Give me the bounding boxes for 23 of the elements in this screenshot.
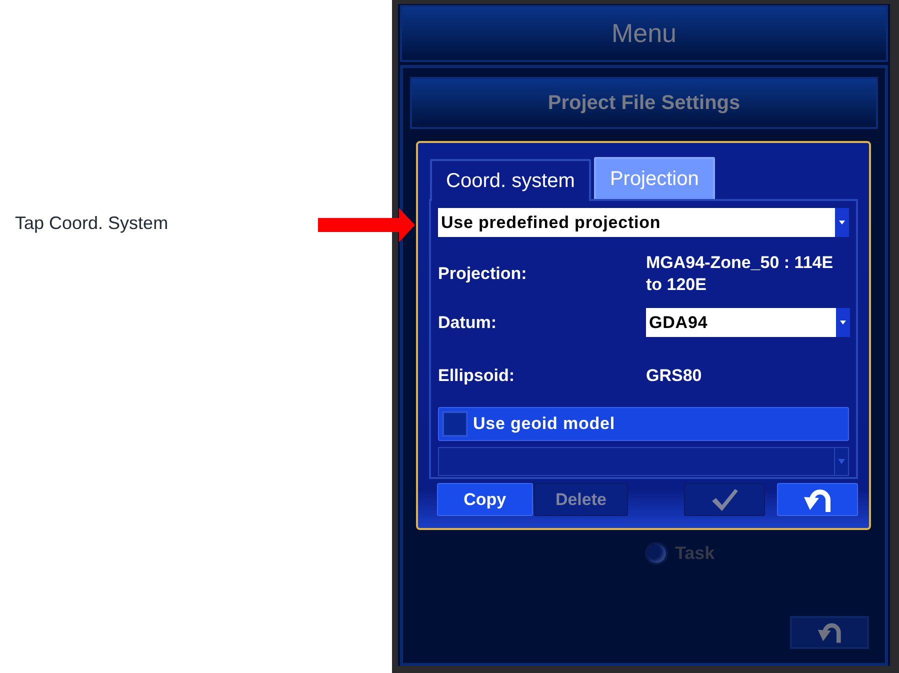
instruction-text: Tap Coord. System: [15, 212, 168, 235]
checkbox[interactable]: [442, 411, 468, 437]
field-label: Projection:: [438, 264, 528, 284]
undo-button[interactable]: [777, 483, 858, 516]
field-value: GRS80: [646, 364, 703, 386]
caret-icon: [838, 459, 845, 464]
datum-dropdown[interactable]: GDA94: [646, 308, 850, 337]
menu-title-bar: Menu: [400, 5, 888, 62]
back-button[interactable]: [790, 616, 869, 649]
caret-icon: [836, 308, 850, 337]
radio-icon[interactable]: [645, 542, 668, 565]
field-label: Ellipsoid:: [438, 366, 516, 386]
field-label: Datum:: [438, 312, 498, 332]
undo-icon: [802, 488, 833, 512]
geoid-model-option[interactable]: Use geoid model: [438, 407, 849, 441]
settings-title-bar: Project File Settings: [410, 77, 878, 129]
undo-icon: [816, 622, 842, 643]
field-value: MGA94-Zone_50 : 114E to 120E: [646, 252, 834, 296]
checkmark-icon: [710, 488, 739, 512]
projection-mode-dropdown[interactable]: Use predefined projection: [438, 208, 849, 237]
caret-icon: [835, 208, 849, 237]
tab[interactable]: Coord. system: [430, 159, 591, 201]
copy-button[interactable]: Copy: [437, 483, 533, 516]
